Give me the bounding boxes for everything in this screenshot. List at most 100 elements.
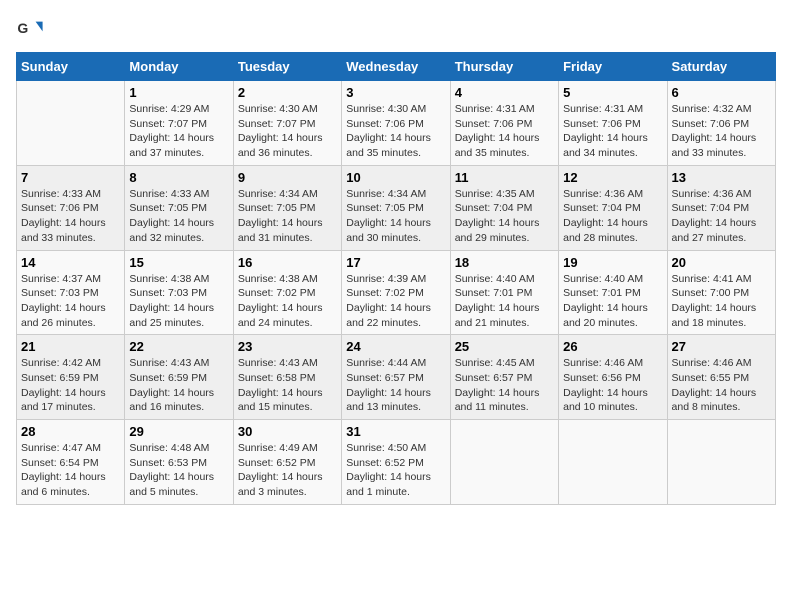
day-info: Sunrise: 4:31 AM Sunset: 7:06 PM Dayligh… [563,102,662,161]
week-row-2: 7 Sunrise: 4:33 AM Sunset: 7:06 PM Daylig… [17,165,776,250]
day-info: Sunrise: 4:35 AM Sunset: 7:04 PM Dayligh… [455,187,554,246]
calendar-cell: 4Sunrise: 4:31 AM Sunset: 7:06 PM Daylig… [450,81,558,166]
day-info: Sunrise: 4:46 AM Sunset: 6:56 PM Dayligh… [563,356,662,415]
calendar-cell: 24 Sunrise: 4:44 AM Sunset: 6:57 PM Dayli… [342,335,450,420]
day-number: 14 [21,255,120,270]
logo-icon: G [16,16,44,44]
day-number: 11 [455,170,554,185]
calendar-cell: 23Sunrise: 4:43 AM Sunset: 6:58 PM Dayli… [233,335,341,420]
calendar-cell: 21Sunrise: 4:42 AM Sunset: 6:59 PM Dayli… [17,335,125,420]
day-number: 2 [238,85,337,100]
calendar-header: SundayMondayTuesdayWednesdayThursdayFrid… [17,53,776,81]
day-number: 21 [21,339,120,354]
calendar-cell [450,420,558,505]
header: G [16,16,776,44]
day-info: Sunrise: 4:41 AM Sunset: 7:00 PM Dayligh… [672,272,771,331]
day-info: Sunrise: 4:48 AM Sunset: 6:53 PM Dayligh… [129,441,228,500]
day-info: Sunrise: 4:49 AM Sunset: 6:52 PM Dayligh… [238,441,337,500]
calendar-cell: 13Sunrise: 4:36 AM Sunset: 7:04 PM Dayli… [667,165,775,250]
weekday-header-friday: Friday [559,53,667,81]
logo: G [16,16,48,44]
day-info: Sunrise: 4:33 AM Sunset: 7:05 PM Dayligh… [129,187,228,246]
weekday-row: SundayMondayTuesdayWednesdayThursdayFrid… [17,53,776,81]
calendar-cell [559,420,667,505]
day-number: 10 [346,170,445,185]
day-number: 17 [346,255,445,270]
calendar-cell: 12 Sunrise: 4:36 AM Sunset: 7:04 PM Dayli… [559,165,667,250]
day-number: 7 [21,170,120,185]
calendar-cell: 30 Sunrise: 4:49 AM Sunset: 6:52 PM Dayli… [233,420,341,505]
day-info: Sunrise: 4:33 AM Sunset: 7:06 PM Dayligh… [21,187,120,246]
week-row-1: 1 Sunrise: 4:29 AM Sunset: 7:07 PM Daylig… [17,81,776,166]
calendar-cell: 29Sunrise: 4:48 AM Sunset: 6:53 PM Dayli… [125,420,233,505]
day-info: Sunrise: 4:44 AM Sunset: 6:57 PM Dayligh… [346,356,445,415]
day-number: 19 [563,255,662,270]
day-info: Sunrise: 4:45 AM Sunset: 6:57 PM Dayligh… [455,356,554,415]
calendar-cell: 25 Sunrise: 4:45 AM Sunset: 6:57 PM Dayli… [450,335,558,420]
day-info: Sunrise: 4:40 AM Sunset: 7:01 PM Dayligh… [455,272,554,331]
calendar-cell: 8Sunrise: 4:33 AM Sunset: 7:05 PM Daylig… [125,165,233,250]
day-info: Sunrise: 4:40 AM Sunset: 7:01 PM Dayligh… [563,272,662,331]
day-number: 22 [129,339,228,354]
calendar-cell: 1 Sunrise: 4:29 AM Sunset: 7:07 PM Daylig… [125,81,233,166]
weekday-header-wednesday: Wednesday [342,53,450,81]
day-info: Sunrise: 4:30 AM Sunset: 7:07 PM Dayligh… [238,102,337,161]
calendar-cell: 2 Sunrise: 4:30 AM Sunset: 7:07 PM Daylig… [233,81,341,166]
calendar-cell: 3 Sunrise: 4:30 AM Sunset: 7:06 PM Daylig… [342,81,450,166]
day-info: Sunrise: 4:38 AM Sunset: 7:03 PM Dayligh… [129,272,228,331]
day-info: Sunrise: 4:43 AM Sunset: 6:58 PM Dayligh… [238,356,337,415]
day-info: Sunrise: 4:38 AM Sunset: 7:02 PM Dayligh… [238,272,337,331]
calendar-cell: 7 Sunrise: 4:33 AM Sunset: 7:06 PM Daylig… [17,165,125,250]
day-number: 30 [238,424,337,439]
day-number: 6 [672,85,771,100]
day-number: 18 [455,255,554,270]
day-number: 26 [563,339,662,354]
day-number: 4 [455,85,554,100]
weekday-header-saturday: Saturday [667,53,775,81]
calendar-cell: 16 Sunrise: 4:38 AM Sunset: 7:02 PM Dayli… [233,250,341,335]
calendar-cell: 10 Sunrise: 4:34 AM Sunset: 7:05 PM Dayli… [342,165,450,250]
day-number: 15 [129,255,228,270]
day-number: 12 [563,170,662,185]
calendar-cell [667,420,775,505]
day-number: 28 [21,424,120,439]
day-number: 3 [346,85,445,100]
day-info: Sunrise: 4:30 AM Sunset: 7:06 PM Dayligh… [346,102,445,161]
day-number: 27 [672,339,771,354]
day-info: Sunrise: 4:32 AM Sunset: 7:06 PM Dayligh… [672,102,771,161]
day-info: Sunrise: 4:34 AM Sunset: 7:05 PM Dayligh… [238,187,337,246]
calendar-cell: 19 Sunrise: 4:40 AM Sunset: 7:01 PM Dayli… [559,250,667,335]
day-number: 20 [672,255,771,270]
day-number: 25 [455,339,554,354]
calendar-cell: 17Sunrise: 4:39 AM Sunset: 7:02 PM Dayli… [342,250,450,335]
day-info: Sunrise: 4:37 AM Sunset: 7:03 PM Dayligh… [21,272,120,331]
calendar-cell [17,81,125,166]
calendar-cell: 11 Sunrise: 4:35 AM Sunset: 7:04 PM Dayli… [450,165,558,250]
calendar-cell: 31 Sunrise: 4:50 AM Sunset: 6:52 PM Dayli… [342,420,450,505]
day-info: Sunrise: 4:46 AM Sunset: 6:55 PM Dayligh… [672,356,771,415]
day-number: 9 [238,170,337,185]
weekday-header-sunday: Sunday [17,53,125,81]
day-info: Sunrise: 4:50 AM Sunset: 6:52 PM Dayligh… [346,441,445,500]
day-number: 24 [346,339,445,354]
calendar-cell: 28 Sunrise: 4:47 AM Sunset: 6:54 PM Dayli… [17,420,125,505]
day-info: Sunrise: 4:36 AM Sunset: 7:04 PM Dayligh… [563,187,662,246]
weekday-header-thursday: Thursday [450,53,558,81]
calendar-cell: 18 Sunrise: 4:40 AM Sunset: 7:01 PM Dayli… [450,250,558,335]
calendar-cell: 27 Sunrise: 4:46 AM Sunset: 6:55 PM Dayli… [667,335,775,420]
calendar-body: 1 Sunrise: 4:29 AM Sunset: 7:07 PM Daylig… [17,81,776,505]
day-number: 31 [346,424,445,439]
calendar-cell: 6 Sunrise: 4:32 AM Sunset: 7:06 PM Daylig… [667,81,775,166]
calendar-cell: 26 Sunrise: 4:46 AM Sunset: 6:56 PM Dayli… [559,335,667,420]
day-info: Sunrise: 4:29 AM Sunset: 7:07 PM Dayligh… [129,102,228,161]
day-number: 16 [238,255,337,270]
calendar-cell: 15 Sunrise: 4:38 AM Sunset: 7:03 PM Dayli… [125,250,233,335]
calendar-cell: 5Sunrise: 4:31 AM Sunset: 7:06 PM Daylig… [559,81,667,166]
day-number: 1 [129,85,228,100]
calendar-cell: 9 Sunrise: 4:34 AM Sunset: 7:05 PM Daylig… [233,165,341,250]
day-info: Sunrise: 4:47 AM Sunset: 6:54 PM Dayligh… [21,441,120,500]
day-info: Sunrise: 4:34 AM Sunset: 7:05 PM Dayligh… [346,187,445,246]
week-row-4: 21Sunrise: 4:42 AM Sunset: 6:59 PM Dayli… [17,335,776,420]
calendar-cell: 22Sunrise: 4:43 AM Sunset: 6:59 PM Dayli… [125,335,233,420]
calendar-table: SundayMondayTuesdayWednesdayThursdayFrid… [16,52,776,505]
